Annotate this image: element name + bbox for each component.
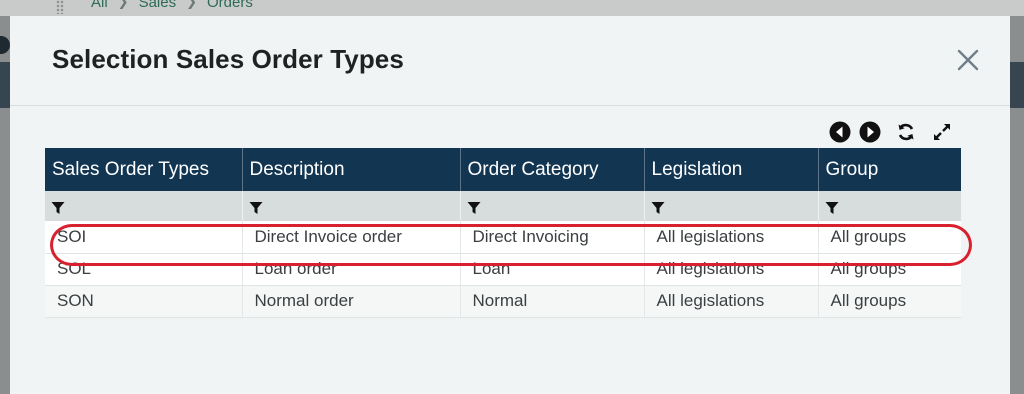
cell-sales-order-type: SOI — [45, 221, 243, 254]
filter-icon[interactable] — [51, 200, 65, 214]
cell-description: Loan order — [242, 253, 461, 286]
filter-cell[interactable] — [644, 191, 819, 221]
cell-group: All groups — [818, 253, 961, 286]
cell-legislation: All legislations — [644, 285, 819, 318]
filter-row — [45, 191, 961, 221]
breadcrumb-item: Orders — [207, 0, 253, 11]
background-circle-icon — [0, 36, 10, 54]
cell-sales-order-type: SON — [45, 285, 243, 318]
cell-group: All groups — [818, 221, 961, 254]
grid-toolbar — [828, 120, 954, 144]
cell-description: Direct Invoice order — [242, 221, 461, 254]
cell-order-category: Loan — [460, 253, 645, 286]
previous-icon[interactable] — [828, 120, 852, 144]
cell-order-category: Normal — [460, 285, 645, 318]
breadcrumb-item: All — [91, 0, 108, 11]
dialog-title: Selection Sales Order Types — [52, 44, 404, 74]
close-icon[interactable] — [954, 46, 982, 74]
cell-description: Normal order — [242, 285, 461, 318]
dialog-header: Selection Sales Order Types — [10, 16, 1010, 106]
table-header-row: Sales Order Types Description Order Cate… — [45, 148, 961, 191]
table-row[interactable]: SOI Direct Invoice order Direct Invoicin… — [45, 221, 961, 254]
column-header-order-category[interactable]: Order Category — [460, 148, 645, 191]
table-row[interactable]: SON Normal order Normal All legislations… — [45, 285, 961, 318]
column-header-description[interactable]: Description — [242, 148, 461, 191]
filter-cell[interactable] — [818, 191, 961, 221]
cell-group: All groups — [818, 285, 961, 318]
column-header-legislation[interactable]: Legislation — [644, 148, 819, 191]
sales-order-types-table: Sales Order Types Description Order Cate… — [45, 148, 961, 318]
column-header-group[interactable]: Group — [818, 148, 961, 191]
column-header-sales-order-types[interactable]: Sales Order Types — [45, 148, 243, 191]
background-header-band — [1010, 62, 1024, 108]
cell-legislation: All legislations — [644, 253, 819, 286]
chevron-right-icon: ❯ — [186, 0, 198, 9]
cell-legislation: All legislations — [644, 221, 819, 254]
filter-icon[interactable] — [651, 200, 665, 214]
background-header-band — [0, 62, 10, 108]
expand-icon[interactable] — [930, 120, 954, 144]
filter-cell[interactable] — [460, 191, 645, 221]
filter-icon[interactable] — [249, 200, 263, 214]
breadcrumb-item: Sales — [138, 0, 177, 11]
filter-icon[interactable] — [825, 200, 839, 214]
filter-cell[interactable] — [242, 191, 461, 221]
table-row[interactable]: SOL Loan order Loan All legislations All… — [45, 253, 961, 286]
filter-cell[interactable] — [45, 191, 243, 221]
filter-icon[interactable] — [467, 200, 481, 214]
next-icon[interactable] — [858, 120, 882, 144]
refresh-icon[interactable] — [894, 120, 918, 144]
breadcrumb: All ❯ Sales ❯ Orders — [55, 0, 253, 11]
chevron-right-icon: ❯ — [117, 0, 129, 9]
cell-order-category: Direct Invoicing — [460, 221, 645, 254]
cell-sales-order-type: SOL — [45, 253, 243, 286]
